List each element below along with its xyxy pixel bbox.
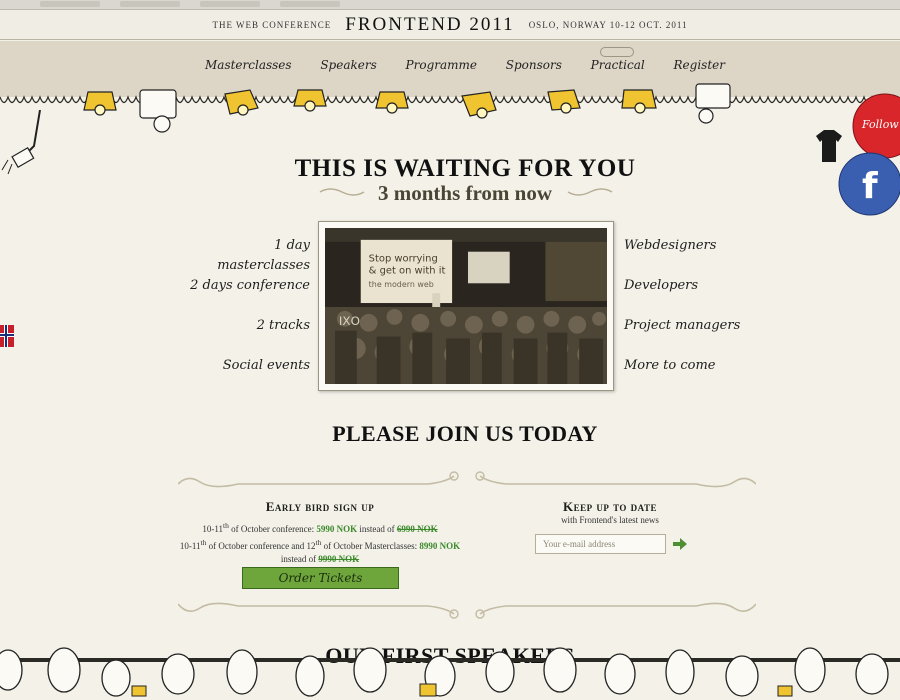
browser-tab-stub xyxy=(120,1,180,7)
feature-item: More to come xyxy=(624,358,716,373)
feature-item: Social events xyxy=(222,358,310,373)
conference-old-price: 6990 NOK xyxy=(396,524,438,534)
scalloped-fringe xyxy=(0,95,897,104)
feature-item: Project managers xyxy=(624,318,741,333)
nav-item-speakers[interactable]: Speakers xyxy=(320,58,376,84)
email-input[interactable] xyxy=(535,534,666,554)
nav-item-register[interactable]: Register xyxy=(674,58,725,84)
feature-item: 1 day masterclasses xyxy=(217,238,310,273)
browser-tab-stub xyxy=(40,1,100,7)
follow-label: Follow xyxy=(861,118,899,131)
svg-text:ΙXΟ: ΙXΟ xyxy=(339,314,360,328)
conference-price: 5990 NOK xyxy=(316,524,358,534)
newsletter-subtext: with Frontend's latest news xyxy=(561,515,659,525)
slide-text-line2: & get on with it xyxy=(369,265,446,276)
browser-tab-stub xyxy=(200,1,260,7)
speaker-caricatures-doodle xyxy=(0,647,900,697)
join-title: PLEASE JOIN US TODAY xyxy=(332,421,598,446)
main-nav: Masterclasses Speakers Programme Sponsor… xyxy=(205,58,725,84)
flourish-left-icon xyxy=(319,188,365,196)
top-header-bar: The Web Conference FRONTEND 2011 Oslo, N… xyxy=(0,10,900,40)
nav-ornament xyxy=(600,47,634,57)
feature-item: 2 days conference xyxy=(190,278,310,293)
feature-item: 2 tracks xyxy=(256,318,310,333)
hero-title: THIS IS WAITING FOR YOU xyxy=(294,155,636,182)
order-tickets-button[interactable]: Order Tickets xyxy=(242,567,399,589)
conference-price-line: 10-11th of October conference: 5990 NOK … xyxy=(202,521,438,534)
combo-price-line: 10-11th of October conference and 12th o… xyxy=(179,538,461,564)
header-tagline-left: The Web Conference xyxy=(212,19,332,30)
combo-price: 8990 NOK xyxy=(419,541,461,551)
early-bird-section: Early bird sign up 10-11th of October co… xyxy=(175,499,465,589)
features-left-list: 1 day masterclasses 2 days conference 2 … xyxy=(190,236,310,396)
conference-photo: Stop worrying & get on with it the moder… xyxy=(325,228,607,384)
slide-text-line1: Stop worrying xyxy=(369,254,438,265)
nav-item-sponsors[interactable]: Sponsors xyxy=(506,58,562,84)
nav-item-practical[interactable]: Practical xyxy=(591,58,645,84)
feature-item: Webdesigners xyxy=(624,238,717,253)
newsletter-section: Keep up to date with Frontend's latest n… xyxy=(520,499,700,554)
features-right-list: Webdesigners Developers Project managers… xyxy=(624,236,744,396)
slide-text-line3: the modern web xyxy=(369,280,434,289)
browser-chrome-strip xyxy=(0,0,900,10)
norway-flag-icon xyxy=(0,325,14,347)
hero-subtitle: 3 months from now xyxy=(377,181,553,205)
nav-item-programme[interactable]: Programme xyxy=(406,58,477,84)
ornament-divider-icon xyxy=(178,602,756,619)
nav-item-masterclasses[interactable]: Masterclasses xyxy=(205,58,292,84)
feature-item: Developers xyxy=(624,278,699,293)
conference-photo-frame: Stop worrying & get on with it the moder… xyxy=(318,221,614,391)
follow-badge[interactable]: Follow xyxy=(852,93,900,159)
newsletter-heading: Keep up to date xyxy=(562,499,658,514)
browser-tab-stub xyxy=(280,1,340,7)
combo-old-price: 9990 NOK xyxy=(318,554,360,564)
submit-arrow-icon[interactable] xyxy=(672,537,688,551)
flourish-right-icon xyxy=(567,188,613,196)
ornament-divider-icon xyxy=(178,471,756,488)
early-bird-heading: Early bird sign up xyxy=(265,499,375,514)
site-logo[interactable]: FRONTEND 2011 xyxy=(345,14,514,36)
header-tagline-right: Oslo, Norway 10-12 Oct. 2011 xyxy=(528,19,688,30)
